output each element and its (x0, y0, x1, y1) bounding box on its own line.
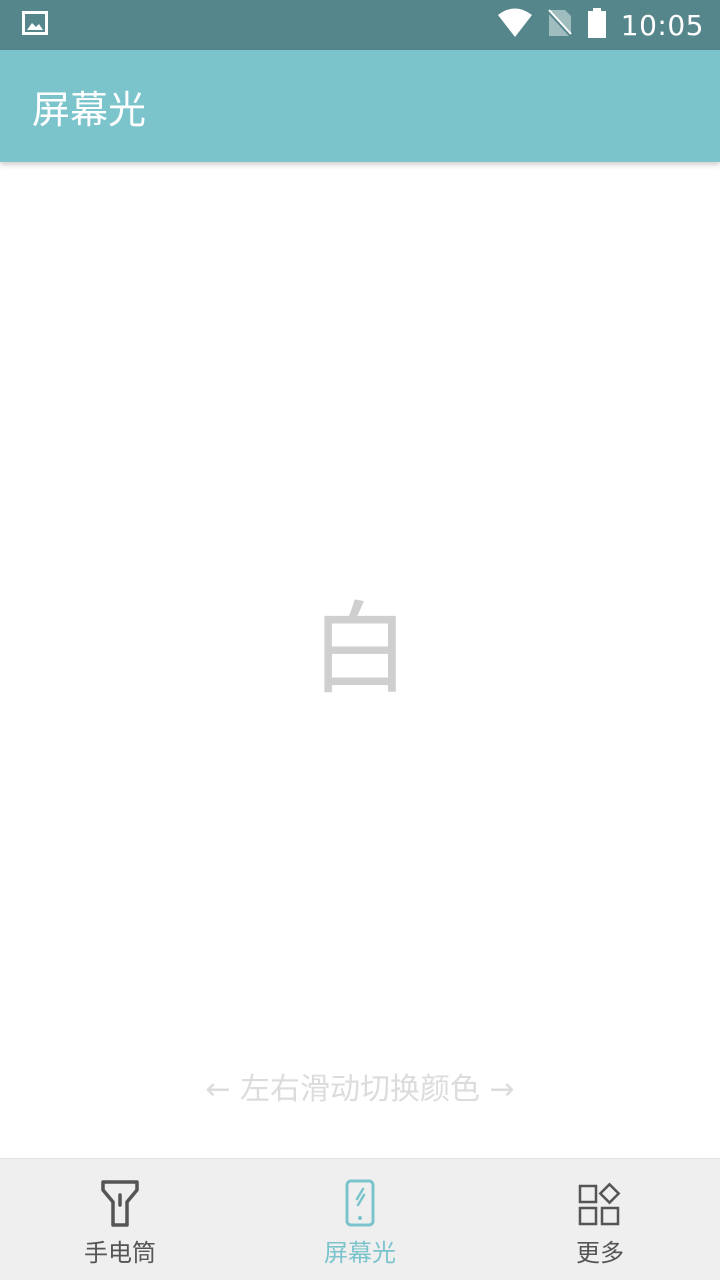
page-title: 屏幕光 (32, 87, 147, 132)
flashlight-icon (97, 1179, 143, 1229)
app-bar: 屏幕光 (0, 50, 720, 162)
nav-label-screen-light: 屏幕光 (324, 1239, 396, 1267)
status-left (22, 11, 48, 39)
phone-screen-icon (337, 1179, 383, 1229)
nav-item-screen-light[interactable]: 屏幕光 (240, 1159, 480, 1280)
screen-light-area[interactable]: 白 ← 左右滑动切换颜色 → (0, 162, 720, 1158)
wifi-icon (497, 8, 533, 42)
nav-item-flashlight[interactable]: 手电筒 (0, 1159, 240, 1280)
image-notification-icon (22, 11, 48, 39)
nav-label-more: 更多 (576, 1239, 624, 1267)
status-right: 10:05 (497, 8, 704, 42)
apps-grid-icon (577, 1179, 623, 1229)
nav-item-more[interactable]: 更多 (480, 1159, 720, 1280)
swipe-hint: ← 左右滑动切换颜色 → (205, 1072, 515, 1107)
battery-icon (587, 8, 607, 42)
no-sim-icon (547, 8, 573, 42)
bottom-nav: 手电筒 屏幕光 更多 (0, 1158, 720, 1280)
nav-label-flashlight: 手电筒 (84, 1239, 156, 1267)
color-name-label: 白 (310, 591, 410, 708)
status-bar: 10:05 (0, 0, 720, 50)
status-time: 10:05 (620, 8, 704, 42)
